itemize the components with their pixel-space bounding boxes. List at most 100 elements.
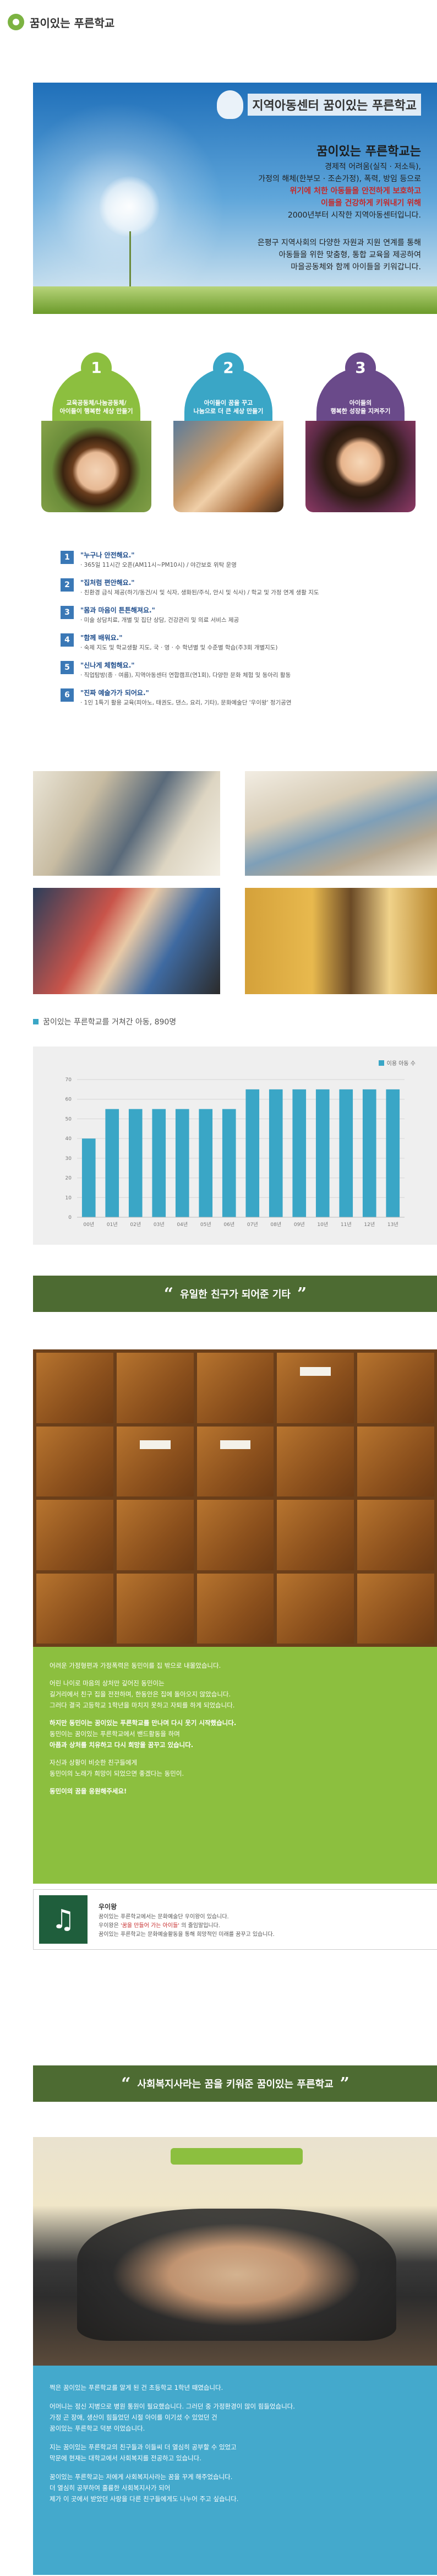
list-item-title: "누구나 안전해요." — [80, 551, 135, 559]
close-quote: ” — [297, 1284, 307, 1304]
locker-door — [116, 1426, 194, 1496]
activity-photo — [245, 888, 437, 994]
story-paragraph: 어머니는 정신 지병으로 병원 통원이 필요했습니다. 그러던 중 가정환경이 … — [50, 2403, 295, 2432]
x-tick-label: 13년 — [387, 1222, 398, 1228]
chart-heading: 꿈이있는 푸른학교를 거쳐간 아동, 890명 — [33, 1016, 176, 1027]
hero-banner: 지역아동센터 꿈이있는 푸른학교 꿈이있는 푸른학교는 경제적 어려움(실직 ·… — [33, 83, 437, 314]
y-tick-label: 70 — [65, 1077, 72, 1083]
locker-door — [116, 1500, 194, 1570]
list-item-title: "함께 배워요." — [80, 634, 123, 642]
y-tick-label: 20 — [65, 1176, 72, 1181]
bar-01년 — [105, 1109, 119, 1217]
list-item-desc: · 친환경 급식 제공(하기/동건/시 및 식자, 생화된/주식, 안시 및 식… — [80, 589, 319, 596]
info-card-uiwang: ♫ 우이왕 꿈이있는 푸른학교에서는 문화예술단 우이왕이 있습니다. 우이왕은… — [33, 1889, 437, 1950]
card-title: 우이왕 — [99, 1903, 117, 1911]
brand-text: 지역아동센터 꿈이있는 푸른학교 — [248, 94, 421, 116]
bar-08년 — [269, 1089, 283, 1217]
list-item-desc: · 직업탐방(종 · 여름), 지역아동센터 연합캠프(연1회), 다양한 문화… — [80, 672, 291, 679]
bar-13년 — [386, 1089, 400, 1217]
goal-photo — [173, 421, 283, 512]
activity-photo — [245, 771, 437, 876]
music-note-icon: ♫ — [39, 1895, 88, 1944]
story-paragraph: 자신과 상황이 비슷한 친구들에게 동민이의 노래가 희망이 되었으면 좋겠다는… — [50, 1759, 184, 1777]
locker-nametag — [220, 1440, 251, 1449]
list-item-desc: · 1인 1특기 활용 교육(피아노, 태권도, 댄스, 요리, 기타), 문화… — [80, 699, 292, 706]
mission-line: 마을공동체와 함께 아이들을 키워갑니다. — [291, 263, 421, 272]
y-tick-label: 30 — [65, 1156, 72, 1162]
dandelion-image — [99, 176, 160, 237]
logo-icon — [8, 14, 24, 30]
story-paragraph: 지는 꿈이있는 푸른학교의 친구들과 이들씨 더 열심히 공부할 수 있었고 막… — [50, 2443, 237, 2462]
brand-logo: 지역아동센터 꿈이있는 푸른학교 — [217, 90, 421, 119]
locker-door — [116, 1353, 194, 1423]
story-closing: 동민이의 꿈을 응원해주세요! — [50, 1787, 127, 1795]
list-item-desc: · 365일 11시간 오픈(AM11시~PM10시) / 야간보호 위탁 운영 — [80, 562, 237, 568]
list-item: 1 "누구나 안전해요." · 365일 11시간 오픈(AM11시~PM10시… — [61, 551, 413, 569]
hero-intro: 꿈이있는 푸른학교는 경제적 어려움(실직 · 저소득), 가정의 해체(한부모… — [212, 143, 421, 273]
list-item-title: "진짜 예술가가 되어요." — [80, 689, 149, 697]
chart-legend: 이용 아동 수 — [378, 1059, 416, 1067]
intro-line: 경제적 어려움(실직 · 저소득), — [325, 162, 421, 171]
intro-line-highlight: 위기에 처한 아동들을 안전하게 보호하고 — [289, 187, 421, 196]
goals-section: 1 교육공동체/나눔공동체/아이들이 행복한 세상 만들기 2 아이들이 꿈을 … — [41, 352, 427, 512]
locker-door — [357, 1353, 434, 1423]
section-header-social-worker: “ 사회복지사라는 꿈을 키워준 꿈이있는 푸른학교 ” — [33, 2065, 437, 2102]
list-number-badge: 4 — [61, 633, 74, 647]
list-number-badge: 1 — [61, 551, 74, 564]
section-title: 사회복지사라는 꿈을 키워준 꿈이있는 푸른학교 — [137, 2079, 334, 2090]
locker-door — [357, 1573, 434, 1644]
wall-sign — [171, 2148, 303, 2165]
bar-10년 — [315, 1089, 330, 1217]
dandelion-stem — [129, 231, 131, 292]
list-item: 2 "집처럼 편안해요." · 친환경 급식 제공(하기/동건/시 및 식자, … — [61, 578, 413, 596]
story-paragraph: 꿈이있는 푸른학교는 저에게 사회복지사라는 꿈을 꾸게 해주었습니다. 더 열… — [50, 2473, 239, 2503]
bar-05년 — [199, 1109, 213, 1217]
brand-mark-icon — [217, 90, 244, 119]
bar-00년 — [81, 1138, 96, 1217]
list-number-badge: 5 — [61, 661, 74, 674]
locker-door — [196, 1573, 274, 1644]
locker-door — [36, 1500, 113, 1570]
locker-door — [196, 1426, 274, 1496]
intro-line: 가정의 해체(한부모 · 조손가정), 폭력, 방임 등으로 — [258, 175, 421, 183]
goal-number: 1 — [81, 352, 112, 383]
list-item-title: "집처럼 편안해요." — [80, 579, 135, 587]
goal-item-3: 3 아이들의 행복한 성장을 지켜주기 — [305, 352, 416, 512]
list-item: 5 "신나게 체험해요." · 직업탐방(종 · 여름), 지역아동센터 연합캠… — [61, 661, 413, 679]
open-quote: “ — [121, 2074, 131, 2094]
story-paragraph: 어려운 가정형편과 가정폭력은 동민이를 집 밖으로 내몰았습니다. — [50, 1662, 221, 1669]
bar-06년 — [222, 1109, 236, 1217]
activity-photo — [33, 771, 220, 876]
x-tick-label: 00년 — [83, 1222, 94, 1228]
goal-caption: 아이들의 행복한 성장을 지켜주기 — [330, 399, 391, 415]
bar-09년 — [292, 1089, 307, 1217]
mission-line: 은평구 지역사회의 다양한 자원과 지원 연계를 통해 — [257, 238, 421, 247]
goal-number: 2 — [213, 352, 244, 383]
section-title: 유일한 친구가 되어준 기타 — [180, 1289, 291, 1300]
locker-door — [116, 1573, 194, 1644]
list-number-badge: 3 — [61, 606, 74, 619]
locker-door — [277, 1426, 354, 1496]
page-header: 꿈이있는 푸른학교 — [0, 0, 437, 44]
x-tick-label: 06년 — [223, 1222, 234, 1228]
bar-04년 — [175, 1109, 189, 1217]
intro-line: 2000년부터 시작한 지역아동센터입니다. — [287, 211, 421, 220]
bar-11년 — [339, 1089, 353, 1217]
list-item: 4 "함께 배워요." · 숙제 지도 및 학교생활 지도, 국 · 영 · 수… — [61, 633, 413, 652]
goal-photo — [41, 421, 151, 512]
story-paragraph: 쩍은 꿈이있는 푸른학교를 알게 된 건 초등학교 1학년 때였습니다. — [50, 2384, 223, 2391]
list-item-title: "신나게 체험해요." — [80, 661, 135, 669]
list-item-desc: · 미술 상담치료, 개별 및 집단 상담, 건강관리 및 의료 서비스 제공 — [80, 617, 239, 623]
chart-heading-text: 꿈이있는 푸른학교를 거쳐간 아동, 890명 — [43, 1018, 177, 1027]
x-tick-label: 01년 — [107, 1222, 118, 1228]
list-item-title: "몸과 마음이 튼튼해져요." — [80, 606, 155, 614]
story-panel-guitar: 어려운 가정형편과 가정폭력은 동민이를 집 밖으로 내몰았습니다. 어린 나이… — [33, 1647, 437, 1884]
bar-07년 — [245, 1089, 260, 1217]
program-list: 1 "누구나 안전해요." · 365일 11시간 오픈(AM11시~PM10시… — [61, 551, 413, 716]
page-title: 꿈이있는 푸른학교 — [30, 16, 115, 30]
list-number-badge: 2 — [61, 578, 74, 592]
x-tick-label: 10년 — [317, 1222, 328, 1228]
x-tick-label: 05년 — [200, 1222, 211, 1228]
goal-caption: 교육공동체/나눔공동체/아이들이 행복한 세상 만들기 — [59, 399, 133, 415]
locker-nametag — [139, 1440, 171, 1449]
